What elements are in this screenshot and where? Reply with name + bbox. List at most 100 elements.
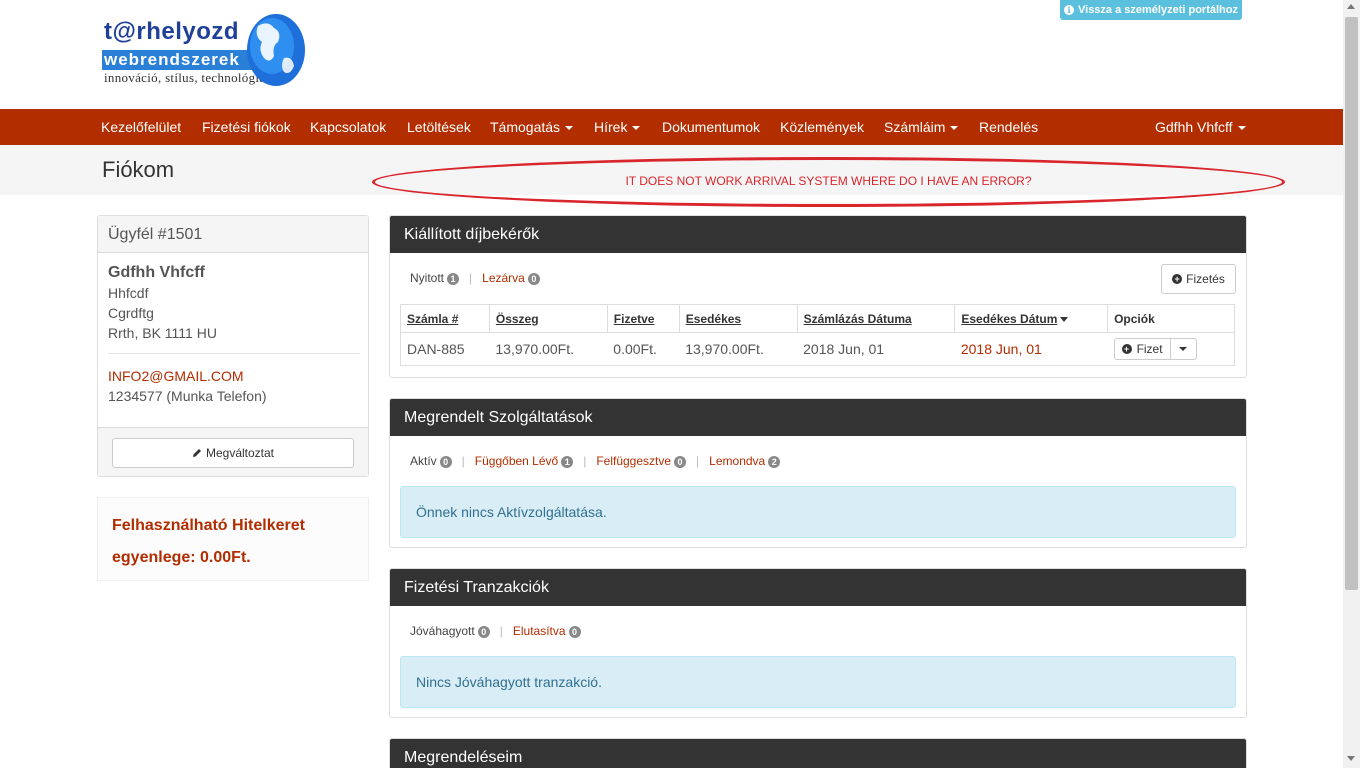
nav-contacts[interactable]: Kapcsolatok [310,109,386,145]
orders-panel: Megrendeléseim [389,738,1247,768]
scroll-down-arrow-icon[interactable] [1347,756,1355,761]
logo-tagline: innováció, stílus, technológia [104,70,266,85]
client-street: Cgrdftg [108,305,154,321]
caret-down-icon [1237,126,1246,131]
col-invoice-date[interactable]: Számlázás Dátuma [796,304,956,333]
invoice-options-dropdown[interactable] [1171,339,1196,359]
client-email: INFO2@GMAIL.COM [108,368,244,384]
filter-approved[interactable]: Jóváhagyott 0 [410,624,490,638]
caret-down-icon [632,126,641,131]
filter-suspended[interactable]: Felfüggesztve 0 [596,454,687,468]
filter-rejected-label: Elutasítva [512,624,566,638]
filter-closed-count: 0 [527,273,540,285]
col-due-date[interactable]: Esedékes Dátum [954,304,1109,333]
logo-subtitle: webrendszerek [102,50,252,70]
filter-pending[interactable]: Függőben Lévő 1 [474,454,574,468]
client-phone: 1234577 (Munka Telefon) [108,388,267,404]
nav-announcements[interactable]: Közlemények [780,109,864,145]
caret-down-icon [1179,347,1188,351]
nav-dashboard[interactable]: Kezelőfelület [101,109,181,145]
col-invoice-number[interactable]: Számla # [400,304,490,333]
filter-separator: | [499,624,503,638]
nav-user-menu[interactable]: Gdfhh Vhfcff [1155,109,1246,145]
filter-separator: | [461,454,465,468]
nav-order[interactable]: Rendelés [979,109,1038,145]
col-amount[interactable]: Összeg [488,304,608,333]
plus-circle-icon: + [1121,344,1132,354]
table-row: DAN-885 13,970.00Ft. 0.00Ft. 13,970.00Ft… [400,332,1235,366]
filter-pending-label: Függőben Lévő [474,454,559,468]
client-info-panel: Ügyfél #1501 Gdfhh Vhfcff Hhfcdf Cgrdftg… [97,215,369,477]
filter-pending-count: 1 [561,456,574,468]
filter-rejected-count: 0 [568,626,581,638]
col-due-date-label: Esedékes Dátum [961,311,1058,326]
nav-user-name: Gdfhh Vhfcff [1155,119,1233,135]
invoice-options: + Fizet [1107,332,1235,366]
filter-separator: | [583,454,587,468]
main-navbar: Kezelőfelület Fizetési fiókok Kapcsolato… [0,109,1343,145]
invoice-date: 2018 Jun, 01 [797,332,955,366]
filter-suspended-label: Felfüggesztve [596,454,672,468]
caret-down-icon [950,126,959,131]
nav-payment-accounts[interactable]: Fizetési fiókok [202,109,291,145]
invoice-pay-label: Fizet [1136,342,1163,356]
nav-documents[interactable]: Dokumentumok [662,109,760,145]
portal-button-label: Vissza a személyzeti portálhoz [1078,4,1238,16]
client-company: Hhfcdf [108,285,149,301]
edit-profile-button[interactable]: Megváltoztat [112,438,354,468]
divider [108,353,360,354]
invoice-paid: 0.00Ft. [607,332,680,366]
nav-invoices[interactable]: Számláim [884,109,959,145]
filter-cancelled[interactable]: Lemondva 2 [709,454,781,468]
pay-button-label: Fizetés [1186,272,1225,286]
scroll-up-arrow-icon[interactable] [1347,4,1355,9]
back-to-staff-portal-button[interactable]: i Vissza a személyzeti portálhoz [1060,0,1242,20]
filter-closed[interactable]: Lezárva 0 [482,271,540,285]
edit-profile-label: Megváltoztat [205,446,275,460]
filter-active-count: 0 [439,456,452,468]
orders-panel-title: Megrendeléseim [390,739,1246,768]
nav-news[interactable]: Hírek [594,109,641,145]
filter-separator: | [469,271,473,285]
filter-active[interactable]: Aktív 0 [410,454,452,468]
caret-down-icon [565,126,574,131]
annotation-text: IT DOES NOT WORK ARRIVAL SYSTEM WHERE DO… [625,174,1032,188]
nav-news-label: Hírek [594,119,628,135]
col-options: Opciók [1107,304,1235,333]
nav-downloads[interactable]: Letöltések [407,109,471,145]
sort-desc-icon [1060,316,1069,322]
invoice-due-date: 2018 Jun, 01 [954,332,1108,366]
scrollbar-thumb[interactable] [1345,17,1358,590]
nav-invoices-label: Számláim [884,119,946,135]
filter-approved-label: Jóváhagyott [410,624,475,638]
site-logo[interactable]: t@rhelyozd webrendszerek innováció, stíl… [102,12,312,94]
filter-open-count: 1 [447,273,460,285]
pay-button[interactable]: + Fizetés [1161,264,1236,294]
col-due[interactable]: Esedékes [678,304,798,333]
filter-cancelled-label: Lemondva [709,454,766,468]
info-icon: i [1064,5,1074,15]
invoice-pay-button[interactable]: + Fizet [1115,339,1171,359]
filter-cancelled-count: 2 [768,456,781,468]
transactions-panel: Fizetési Tranzakciók Jóváhagyott 0 | Elutas… [389,568,1247,718]
no-transactions-alert: Nincs Jóváhagyott tranzakció. [400,656,1236,708]
client-city: Rrth, BK 1111 HU [108,325,217,341]
filter-rejected[interactable]: Elutasítva 0 [513,624,581,638]
col-paid[interactable]: Fizetve [606,304,680,333]
invoice-amount: 13,970.00Ft. [489,332,608,366]
pencil-icon [192,449,201,457]
nav-support[interactable]: Támogatás [490,109,574,145]
invoice-due: 13,970.00Ft. [679,332,798,366]
credit-balance-panel: Felhasználható Hitelkeret egyenlege: 0.0… [97,497,369,581]
client-id-heading: Ügyfél #1501 [98,216,368,253]
page-scrollbar[interactable] [1343,0,1360,768]
logo-title: t@rhelyozd [104,18,240,45]
filter-open[interactable]: Nyitott 1 [410,271,460,285]
filter-separator: | [696,454,700,468]
filter-open-label: Nyitott [410,271,445,285]
credit-balance-text: Felhasználható Hitelkeret egyenlege: 0.0… [112,517,305,566]
client-panel-footer: Megváltoztat [98,427,368,476]
page-title: Fiókom [102,157,175,182]
filter-active-label: Aktív [410,454,437,468]
invoice-pay-split-button: + Fizet [1113,338,1197,360]
